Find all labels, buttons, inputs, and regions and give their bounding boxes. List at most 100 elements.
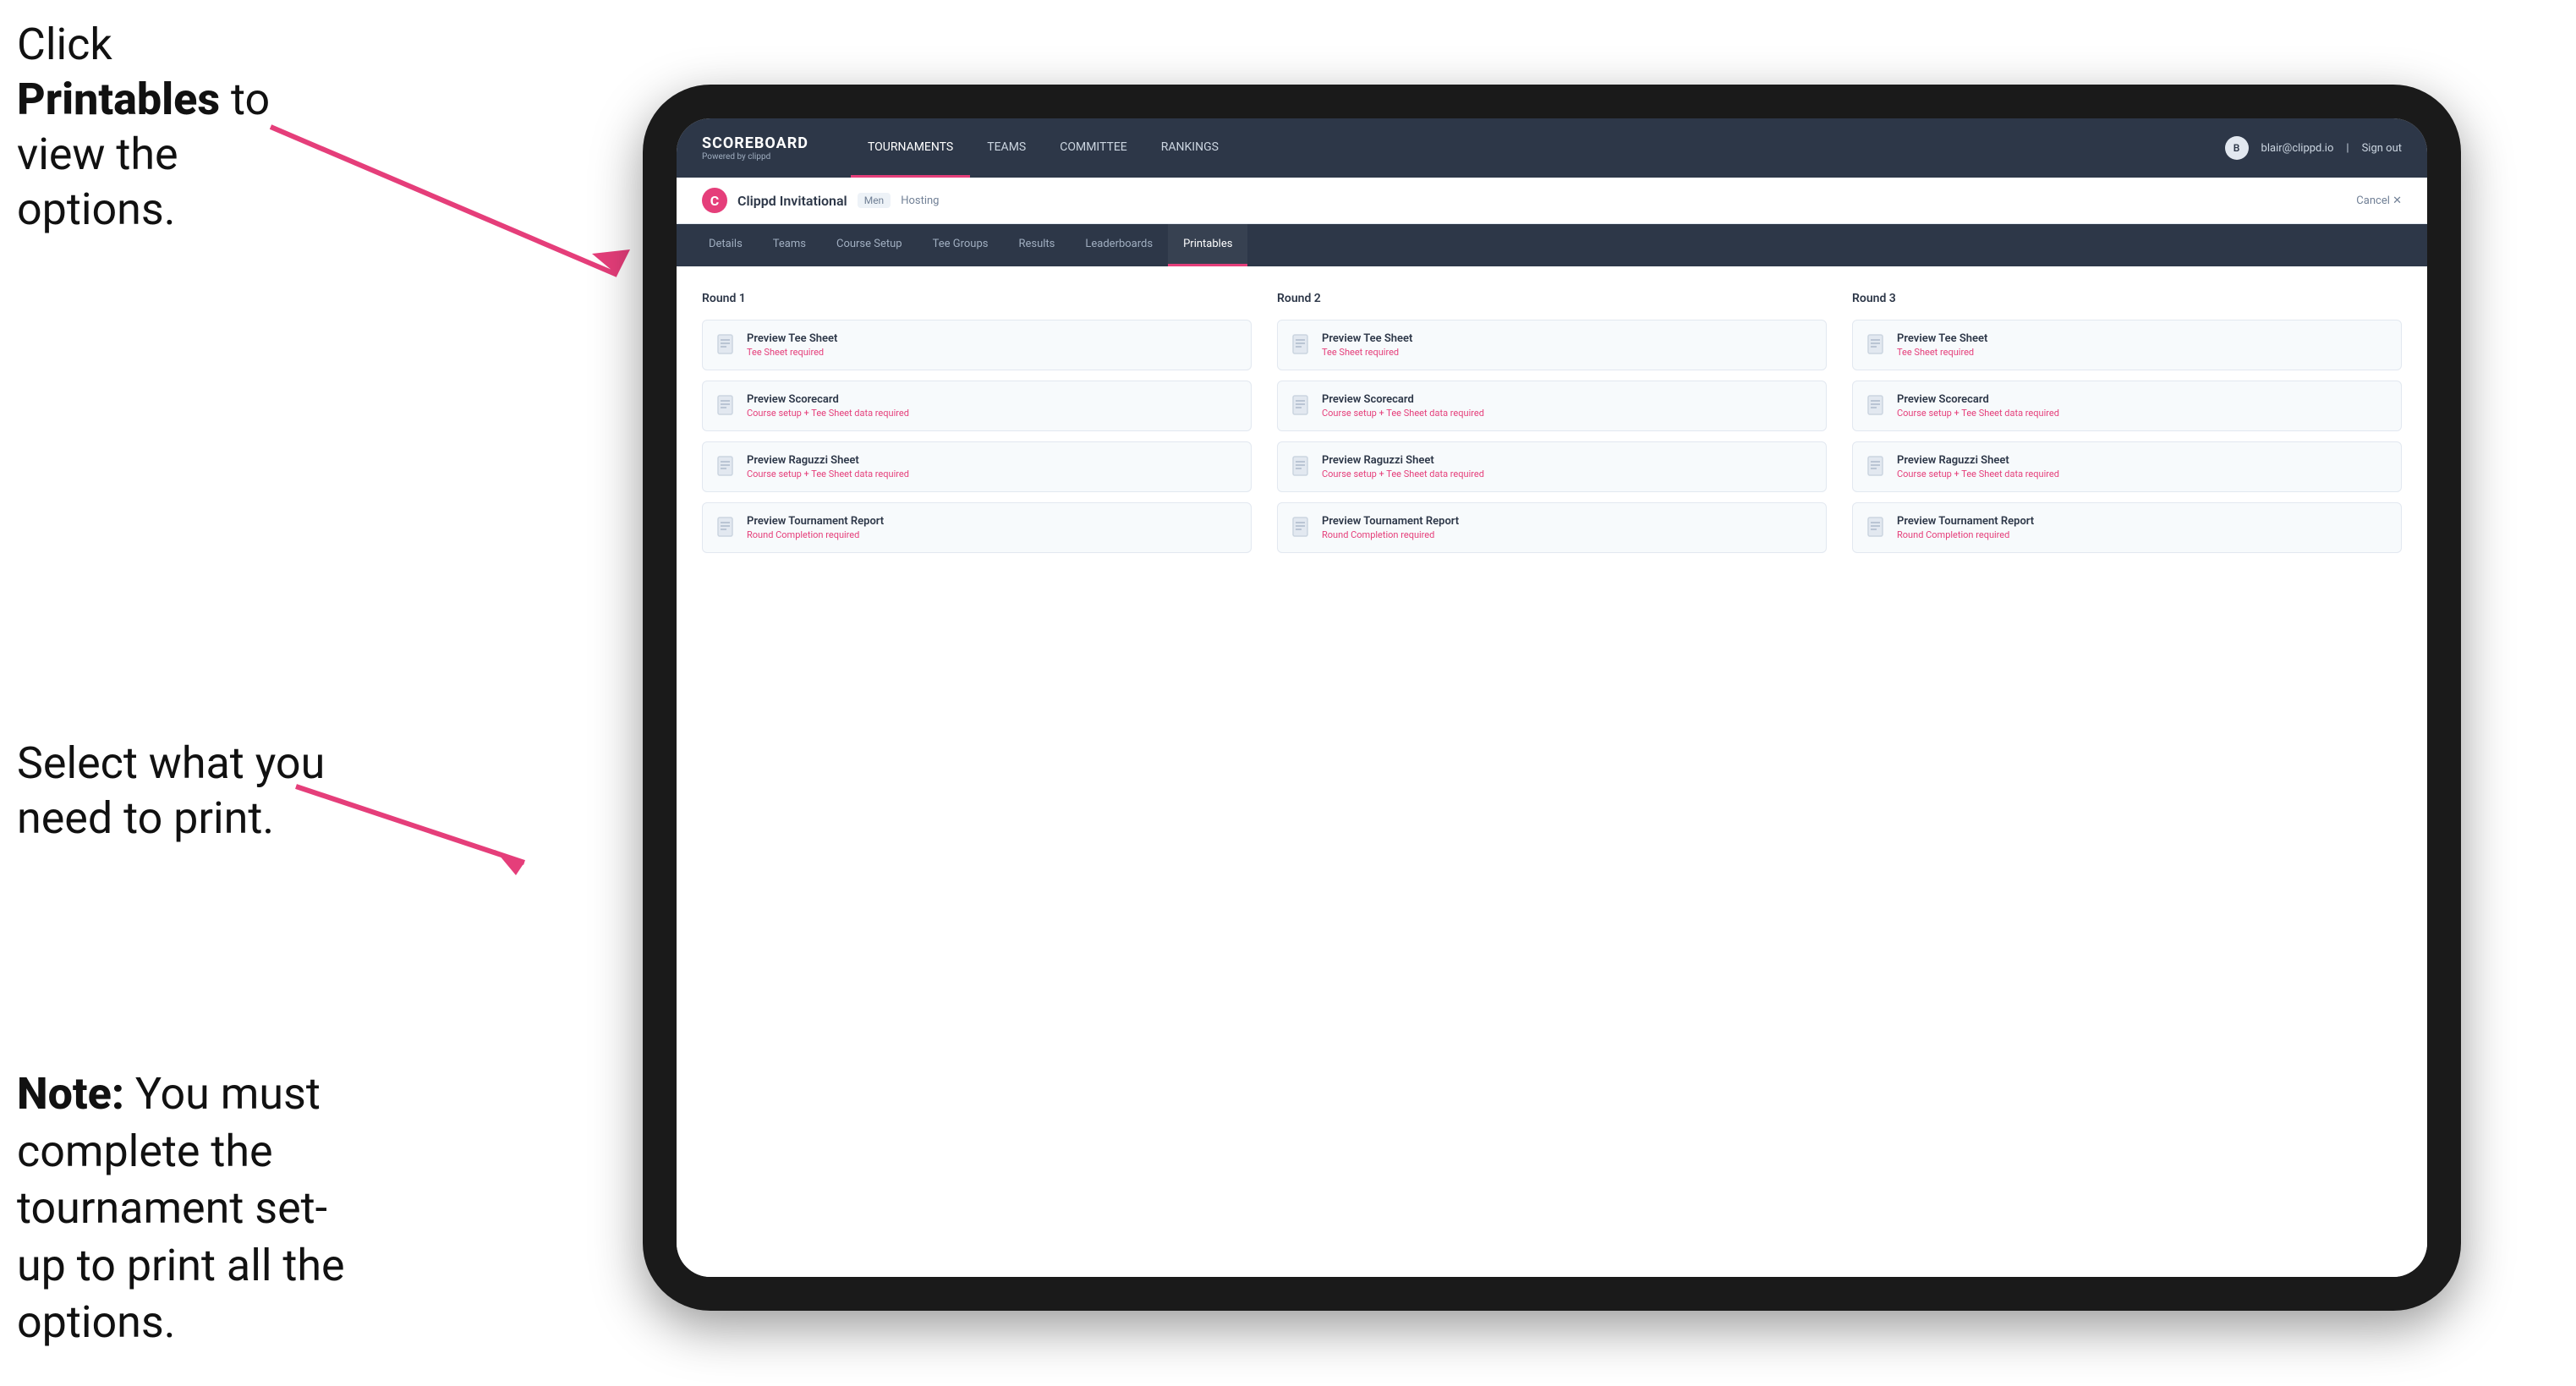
round-2-raguzzi-card[interactable]: Preview Raguzzi Sheet Course setup + Tee…	[1277, 441, 1827, 492]
rounds-grid: Round 1 Preview Tee Sheet Tee Sheet requ…	[702, 292, 2402, 553]
round-1-column: Round 1 Preview Tee Sheet Tee Sheet requ…	[702, 292, 1252, 553]
tab-teams[interactable]: Teams	[758, 224, 821, 266]
printables-bold: Printables	[17, 74, 220, 125]
nav-link-tournaments[interactable]: TOURNAMENTS	[851, 118, 970, 178]
tournament-header: C Clippd Invitational Men Hosting Cancel…	[677, 178, 2427, 224]
round-3-tournament-report-subtitle: Round Completion required	[1897, 529, 2034, 540]
round-2-tournament-report-title: Preview Tournament Report	[1322, 515, 1459, 528]
logo-sub: Powered by clippd	[702, 152, 808, 162]
tournament-badge: Men	[858, 193, 891, 208]
tournament-status: Hosting	[901, 194, 939, 207]
round-2-tee-sheet-title: Preview Tee Sheet	[1322, 332, 1412, 345]
document-icon	[1866, 334, 1887, 358]
sign-out-link[interactable]: Sign out	[2362, 142, 2402, 155]
round-3-raguzzi-content: Preview Raguzzi Sheet Course setup + Tee…	[1897, 454, 2059, 479]
round-1-scorecard-card[interactable]: Preview Scorecard Course setup + Tee She…	[702, 381, 1252, 431]
round-2-tee-sheet-card[interactable]: Preview Tee Sheet Tee Sheet required	[1277, 320, 1827, 370]
tablet-device: SCOREBOARD Powered by clippd TOURNAMENTS…	[643, 85, 2461, 1311]
round-1-raguzzi-title: Preview Raguzzi Sheet	[747, 454, 909, 467]
round-1-scorecard-content: Preview Scorecard Course setup + Tee She…	[747, 393, 909, 419]
nav-link-rankings[interactable]: RANKINGS	[1144, 118, 1236, 178]
tab-course-setup[interactable]: Course Setup	[821, 224, 918, 266]
annotation-middle: Select what you need to print.	[17, 736, 338, 846]
document-icon	[1291, 395, 1312, 419]
top-nav-links: TOURNAMENTS TEAMS COMMITTEE RANKINGS	[851, 118, 2225, 178]
round-1-tournament-report-title: Preview Tournament Report	[747, 515, 884, 528]
round-3-tournament-report-card[interactable]: Preview Tournament Report Round Completi…	[1852, 502, 2402, 553]
document-icon	[1866, 456, 1887, 479]
round-3-tee-sheet-card[interactable]: Preview Tee Sheet Tee Sheet required	[1852, 320, 2402, 370]
round-1-raguzzi-content: Preview Raguzzi Sheet Course setup + Tee…	[747, 454, 909, 479]
annotation-top: Click Printables to view the options.	[17, 17, 313, 237]
round-1-tournament-report-card[interactable]: Preview Tournament Report Round Completi…	[702, 502, 1252, 553]
round-1-tournament-report-subtitle: Round Completion required	[747, 529, 884, 540]
round-1-tee-sheet-subtitle: Tee Sheet required	[747, 347, 837, 358]
scoreboard-logo: SCOREBOARD Powered by clippd	[702, 134, 808, 162]
round-2-tee-sheet-content: Preview Tee Sheet Tee Sheet required	[1322, 332, 1412, 358]
round-3-raguzzi-subtitle: Course setup + Tee Sheet data required	[1897, 468, 2059, 479]
round-1-scorecard-subtitle: Course setup + Tee Sheet data required	[747, 408, 909, 419]
top-navigation: SCOREBOARD Powered by clippd TOURNAMENTS…	[677, 118, 2427, 178]
document-icon	[716, 334, 737, 358]
round-1-tournament-report-content: Preview Tournament Report Round Completi…	[747, 515, 884, 540]
round-2-tournament-report-subtitle: Round Completion required	[1322, 529, 1459, 540]
round-3-tournament-report-title: Preview Tournament Report	[1897, 515, 2034, 528]
tab-results[interactable]: Results	[1003, 224, 1070, 266]
round-2-tee-sheet-subtitle: Tee Sheet required	[1322, 347, 1412, 358]
tab-leaderboards[interactable]: Leaderboards	[1070, 224, 1168, 266]
note-bold: Note:	[17, 1068, 124, 1120]
round-2-raguzzi-content: Preview Raguzzi Sheet Course setup + Tee…	[1322, 454, 1484, 479]
round-3-raguzzi-title: Preview Raguzzi Sheet	[1897, 454, 2059, 467]
round-3-raguzzi-card[interactable]: Preview Raguzzi Sheet Course setup + Tee…	[1852, 441, 2402, 492]
round-2-tournament-report-content: Preview Tournament Report Round Completi…	[1322, 515, 1459, 540]
sub-navigation: Details Teams Course Setup Tee Groups Re…	[677, 224, 2427, 266]
round-3-tournament-report-content: Preview Tournament Report Round Completi…	[1897, 515, 2034, 540]
logo-text: SCOREBOARD	[702, 134, 808, 152]
round-3-tee-sheet-subtitle: Tee Sheet required	[1897, 347, 1987, 358]
tablet-screen: SCOREBOARD Powered by clippd TOURNAMENTS…	[677, 118, 2427, 1277]
document-icon	[1291, 517, 1312, 540]
nav-link-teams[interactable]: TEAMS	[970, 118, 1043, 178]
round-3-scorecard-content: Preview Scorecard Course setup + Tee She…	[1897, 393, 2059, 419]
round-2-tournament-report-card[interactable]: Preview Tournament Report Round Completi…	[1277, 502, 1827, 553]
round-3-scorecard-card[interactable]: Preview Scorecard Course setup + Tee She…	[1852, 381, 2402, 431]
document-icon	[1866, 395, 1887, 419]
tournament-name: C Clippd Invitational Men Hosting	[702, 188, 939, 213]
document-icon	[1291, 334, 1312, 358]
cancel-button[interactable]: Cancel ✕	[2356, 194, 2402, 207]
round-3-tee-sheet-content: Preview Tee Sheet Tee Sheet required	[1897, 332, 1987, 358]
round-2-scorecard-content: Preview Scorecard Course setup + Tee She…	[1322, 393, 1484, 419]
round-1-tee-sheet-card[interactable]: Preview Tee Sheet Tee Sheet required	[702, 320, 1252, 370]
top-nav-right: B blair@clippd.io | Sign out	[2225, 136, 2402, 160]
user-avatar: B	[2225, 136, 2249, 160]
round-2-raguzzi-title: Preview Raguzzi Sheet	[1322, 454, 1484, 467]
document-icon	[716, 395, 737, 419]
round-3-label: Round 3	[1852, 292, 2402, 305]
round-3-scorecard-subtitle: Course setup + Tee Sheet data required	[1897, 408, 2059, 419]
tab-tee-groups[interactable]: Tee Groups	[918, 224, 1004, 266]
round-1-tee-sheet-content: Preview Tee Sheet Tee Sheet required	[747, 332, 837, 358]
round-1-raguzzi-card[interactable]: Preview Raguzzi Sheet Course setup + Tee…	[702, 441, 1252, 492]
round-2-label: Round 2	[1277, 292, 1827, 305]
round-1-label: Round 1	[702, 292, 1252, 305]
tab-details[interactable]: Details	[693, 224, 758, 266]
tab-printables[interactable]: Printables	[1168, 224, 1247, 266]
round-3-tee-sheet-title: Preview Tee Sheet	[1897, 332, 1987, 345]
document-icon	[716, 456, 737, 479]
document-icon	[1291, 456, 1312, 479]
document-icon	[1866, 517, 1887, 540]
round-2-scorecard-title: Preview Scorecard	[1322, 393, 1484, 406]
round-3-column: Round 3 Preview Tee Sheet Tee Sheet requ…	[1852, 292, 2402, 553]
round-3-scorecard-title: Preview Scorecard	[1897, 393, 2059, 406]
document-icon	[716, 517, 737, 540]
user-email: blair@clippd.io	[2261, 142, 2334, 155]
main-content: Round 1 Preview Tee Sheet Tee Sheet requ…	[677, 266, 2427, 1277]
round-2-raguzzi-subtitle: Course setup + Tee Sheet data required	[1322, 468, 1484, 479]
round-1-tee-sheet-title: Preview Tee Sheet	[747, 332, 837, 345]
round-1-raguzzi-subtitle: Course setup + Tee Sheet data required	[747, 468, 909, 479]
tournament-title: Clippd Invitational	[737, 193, 847, 209]
round-2-scorecard-card[interactable]: Preview Scorecard Course setup + Tee She…	[1277, 381, 1827, 431]
nav-link-committee[interactable]: COMMITTEE	[1043, 118, 1144, 178]
tournament-logo-icon: C	[702, 188, 727, 213]
round-1-scorecard-title: Preview Scorecard	[747, 393, 909, 406]
